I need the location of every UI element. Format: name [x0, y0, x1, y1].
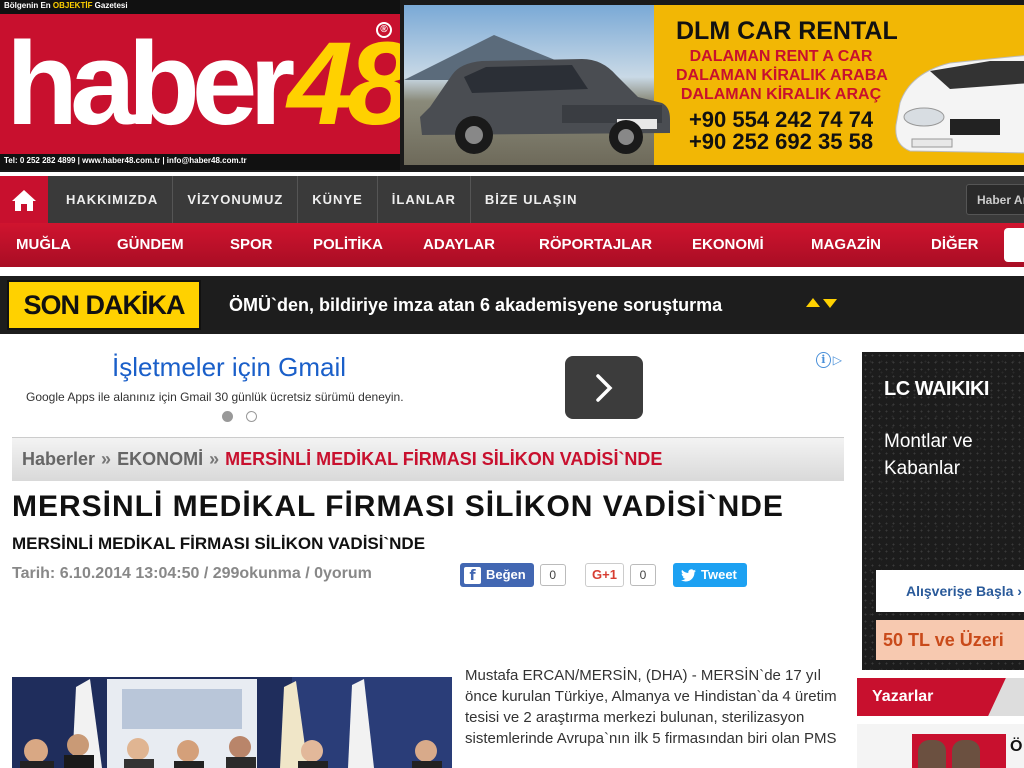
contact-bar: Tel: 0 252 282 4899 | www.haber48.com.tr…: [0, 154, 400, 170]
tweet-label: Tweet: [701, 567, 737, 582]
category-item-spor[interactable]: SPOR: [230, 223, 273, 267]
breadcrumb-separator: »: [101, 449, 112, 469]
writers-header: Yazarlar: [857, 678, 1024, 716]
ad-carousel-dot[interactable]: [246, 411, 257, 422]
breaking-news-bar: SON DAKİKA ÖMÜ`den, bildiriye imza atan …: [0, 276, 1024, 334]
photo-illustration: [12, 677, 452, 768]
category-item-adaylar[interactable]: ADAYLAR: [423, 223, 495, 267]
gplus-button[interactable]: G+1: [585, 563, 624, 587]
top-menu: HAKKIMIZDA VİZYONUMUZ KÜNYE İLANLAR BİZE…: [52, 176, 591, 223]
side-ad-brand: LC WAIKIKI: [884, 378, 990, 400]
breadcrumb-category[interactable]: EKONOMİ: [117, 449, 203, 470]
registered-mark: ®: [376, 22, 392, 38]
breadcrumb-separator: »: [209, 449, 220, 469]
gplus-count: 0: [629, 564, 656, 586]
writer-face: [952, 740, 980, 768]
breaking-news-label: SON DAKİKA: [7, 280, 201, 330]
facebook-like-count: 0: [539, 564, 566, 586]
top-nav-item-ilanlar[interactable]: İLANLAR: [378, 176, 471, 223]
writer-face: [918, 740, 946, 768]
article-meta: Tarih: 6.10.2014 13:04:50 / 299okunma / …: [12, 565, 372, 582]
breaking-news-arrows: [806, 298, 837, 308]
category-item-mugla[interactable]: MUĞLA: [16, 223, 71, 267]
facebook-like-widget: f Beğen 0: [460, 563, 566, 587]
category-item-diger[interactable]: DİĞER: [931, 223, 979, 267]
logo-text: haber48: [6, 18, 400, 150]
gmail-text-ad[interactable]: İşletmeler için Gmail Google Apps ile al…: [12, 344, 844, 430]
twitter-bird-icon: [681, 568, 696, 581]
car-rental-banner-ad[interactable]: DLM CAR RENTAL DALAMAN RENT A CAR DALAMA…: [404, 5, 1024, 165]
top-nav-item-kunye[interactable]: KÜNYE: [298, 176, 378, 223]
arrow-down-icon[interactable]: [823, 299, 837, 308]
category-item-gundem[interactable]: GÜNDEM: [117, 223, 184, 267]
writers-tab-decoration: [988, 678, 1024, 716]
writer-name-initial[interactable]: Ö: [1010, 738, 1022, 756]
breadcrumb-current: MERSİNLİ MEDİKAL FİRMASI SİLİKON VADİSİ`…: [225, 449, 663, 469]
article-body: Mustafa ERCAN/MERSİN, (DHA) - MERSİN`de …: [465, 667, 837, 747]
side-ad-offer: 50 TL ve Üzeri: [876, 620, 1024, 660]
sedan-car-image: [895, 55, 1024, 154]
ad-carousel-dot-active[interactable]: [222, 411, 233, 422]
ad-title[interactable]: İşletmeler için Gmail: [112, 352, 346, 383]
category-item-ekonomi[interactable]: EKONOMİ: [692, 223, 764, 267]
ad-choices[interactable]: i ▷: [816, 352, 842, 368]
side-ad-cta-button[interactable]: Alışverişe Başla ›: [876, 570, 1024, 612]
info-icon: i: [816, 352, 831, 368]
contact-line: Tel: 0 252 282 4899 | www.haber48.com.tr…: [4, 156, 247, 165]
lc-waikiki-side-ad[interactable]: LC WAIKIKI Montlar ve Kabanlar Alışveriş…: [862, 352, 1024, 670]
category-item-politika[interactable]: POLİTİKA: [313, 223, 383, 267]
side-ad-tagline: Montlar ve Kabanlar: [884, 431, 973, 479]
article-title: MERSİNLİ MEDİKAL FİRMASI SİLİKON VADİSİ`…: [12, 490, 784, 523]
close-icon[interactable]: ▷: [833, 352, 842, 368]
category-navigation: MUĞLA GÜNDEM SPOR POLİTİKA ADAYLAR RÖPOR…: [0, 223, 1024, 267]
tweet-button[interactable]: Tweet: [673, 563, 747, 587]
category-nav-side-button[interactable]: [1004, 228, 1024, 262]
site-header: Bölgenin En OBJEKTİF Gazetesi haber48 ® …: [0, 0, 1024, 172]
breadcrumb-home[interactable]: Haberler: [22, 449, 95, 470]
breadcrumb: Haberler » EKONOMİ » MERSİNLİ MEDİKAL Fİ…: [12, 437, 844, 481]
breaking-news-headline[interactable]: ÖMÜ`den, bildiriye imza atan 6 akademisy…: [229, 276, 722, 334]
category-item-magazin[interactable]: MAGAZİN: [811, 223, 881, 267]
writer-photo[interactable]: [912, 734, 1006, 768]
facebook-like-button[interactable]: f Beğen: [460, 563, 534, 587]
slogan-bar: Bölgenin En OBJEKTİF Gazetesi: [0, 0, 400, 14]
article-subtitle: MERSİNLİ MEDİKAL FİRMASI SİLİKON VADİSİ`…: [12, 534, 426, 553]
banner-line-1: DALAMAN RENT A CAR: [689, 48, 873, 65]
banner-line-2: DALAMAN KİRALIK ARABA: [676, 67, 888, 84]
suv-car-image: [420, 59, 670, 154]
chevron-right-icon: [596, 373, 613, 402]
banner-line-3: DALAMAN KİRALIK ARAÇ: [680, 86, 882, 103]
writers-title[interactable]: Yazarlar: [872, 678, 933, 716]
category-item-roportajlar[interactable]: RÖPORTAJLAR: [539, 223, 652, 267]
top-nav-item-hakkimizda[interactable]: HAKKIMIZDA: [52, 176, 174, 223]
ad-next-button[interactable]: [565, 356, 643, 419]
writer-card[interactable]: Ö: [857, 724, 1024, 768]
facebook-like-label: Beğen: [486, 567, 526, 582]
home-icon: [12, 189, 36, 211]
top-nav-item-vizyonumuz[interactable]: VİZYONUMUZ: [173, 176, 299, 223]
top-nav-item-bize-ulasin[interactable]: BİZE ULAŞIN: [471, 176, 592, 223]
banner-phone-2: +90 252 692 35 58: [688, 129, 874, 154]
twitter-widget: Tweet: [673, 563, 747, 587]
top-navigation: HAKKIMIZDA VİZYONUMUZ KÜNYE İLANLAR BİZE…: [0, 176, 1024, 223]
article-photo[interactable]: [12, 677, 452, 768]
search-input[interactable]: Haber Ara: [966, 184, 1024, 215]
slogan: Bölgenin En OBJEKTİF Gazetesi: [4, 1, 128, 10]
site-logo[interactable]: Bölgenin En OBJEKTİF Gazetesi haber48 ® …: [0, 0, 400, 170]
home-button[interactable]: [0, 176, 48, 223]
facebook-icon: f: [464, 566, 481, 584]
banner-title: DLM CAR RENTAL: [676, 17, 898, 45]
gplus-widget: G+1 0: [585, 563, 656, 587]
ad-description: Google Apps ile alanınız için Gmail 30 g…: [26, 390, 404, 404]
arrow-up-icon[interactable]: [806, 298, 820, 307]
